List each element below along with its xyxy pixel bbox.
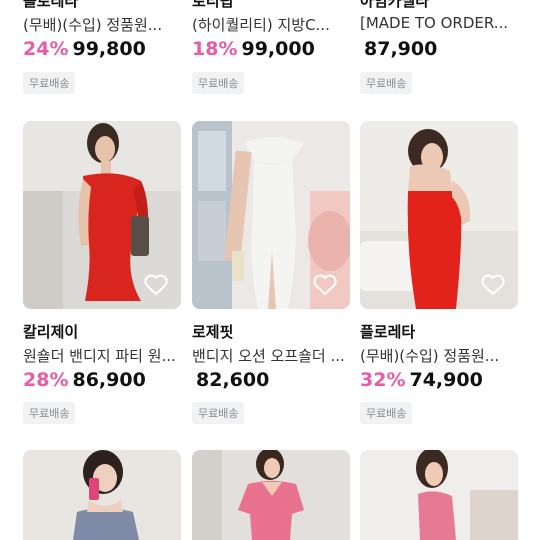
price-row: 87,900 xyxy=(360,38,437,60)
heart-outline-icon[interactable] xyxy=(143,273,169,297)
product-title[interactable]: (하이퀄리티) 지방C... xyxy=(192,14,350,35)
product-image[interactable] xyxy=(360,450,518,540)
discount-rate: 24% xyxy=(23,38,69,60)
free-shipping-badge: 무료배송 xyxy=(23,402,76,424)
heart-outline-icon[interactable] xyxy=(480,273,506,297)
product-title[interactable]: (무배)(수입) 정품원... xyxy=(360,345,518,366)
discount-rate: 32% xyxy=(360,369,406,391)
price-row: 24% 99,800 xyxy=(23,38,146,60)
product-image[interactable] xyxy=(360,121,518,309)
free-shipping-badge: 무료배송 xyxy=(23,72,76,94)
price: 86,900 xyxy=(72,369,146,391)
product-title[interactable]: 원숄더 밴디지 파티 원... xyxy=(23,345,181,366)
discount-rate: 18% xyxy=(192,38,238,60)
price-row: 28% 86,900 xyxy=(23,369,146,391)
store-name[interactable]: 로제핏 xyxy=(192,321,233,342)
store-name[interactable]: 플로레타 xyxy=(360,321,415,342)
price: 74,900 xyxy=(409,369,483,391)
product-title[interactable]: 밴디지 오션 오프숄더 ... xyxy=(192,345,350,366)
store-name[interactable]: 로티핍 xyxy=(192,0,233,11)
product-image[interactable] xyxy=(23,121,181,309)
product-image[interactable] xyxy=(23,450,181,540)
price: 99,800 xyxy=(72,38,146,60)
product-title[interactable]: (무배)(수입) 정품원... xyxy=(23,14,181,35)
store-name[interactable]: 아임카멜라 xyxy=(360,0,429,11)
store-name[interactable]: 플로레타 xyxy=(23,0,78,11)
heart-outline-icon[interactable] xyxy=(312,273,338,297)
product-image[interactable] xyxy=(192,121,350,309)
price: 87,900 xyxy=(364,38,438,60)
free-shipping-badge: 무료배송 xyxy=(360,402,413,424)
free-shipping-badge: 무료배송 xyxy=(192,402,245,424)
price-row: 18% 99,000 xyxy=(192,38,315,60)
store-name[interactable]: 칼리제이 xyxy=(23,321,78,342)
product-title[interactable]: [MADE TO ORDER... xyxy=(360,14,518,32)
price-row: 82,600 xyxy=(192,369,269,391)
free-shipping-badge: 무료배송 xyxy=(192,72,245,94)
price: 82,600 xyxy=(196,369,270,391)
price-row: 32% 74,900 xyxy=(360,369,483,391)
price: 99,000 xyxy=(241,38,315,60)
discount-rate: 28% xyxy=(23,369,69,391)
product-image[interactable] xyxy=(192,450,350,540)
free-shipping-badge: 무료배송 xyxy=(360,72,413,94)
